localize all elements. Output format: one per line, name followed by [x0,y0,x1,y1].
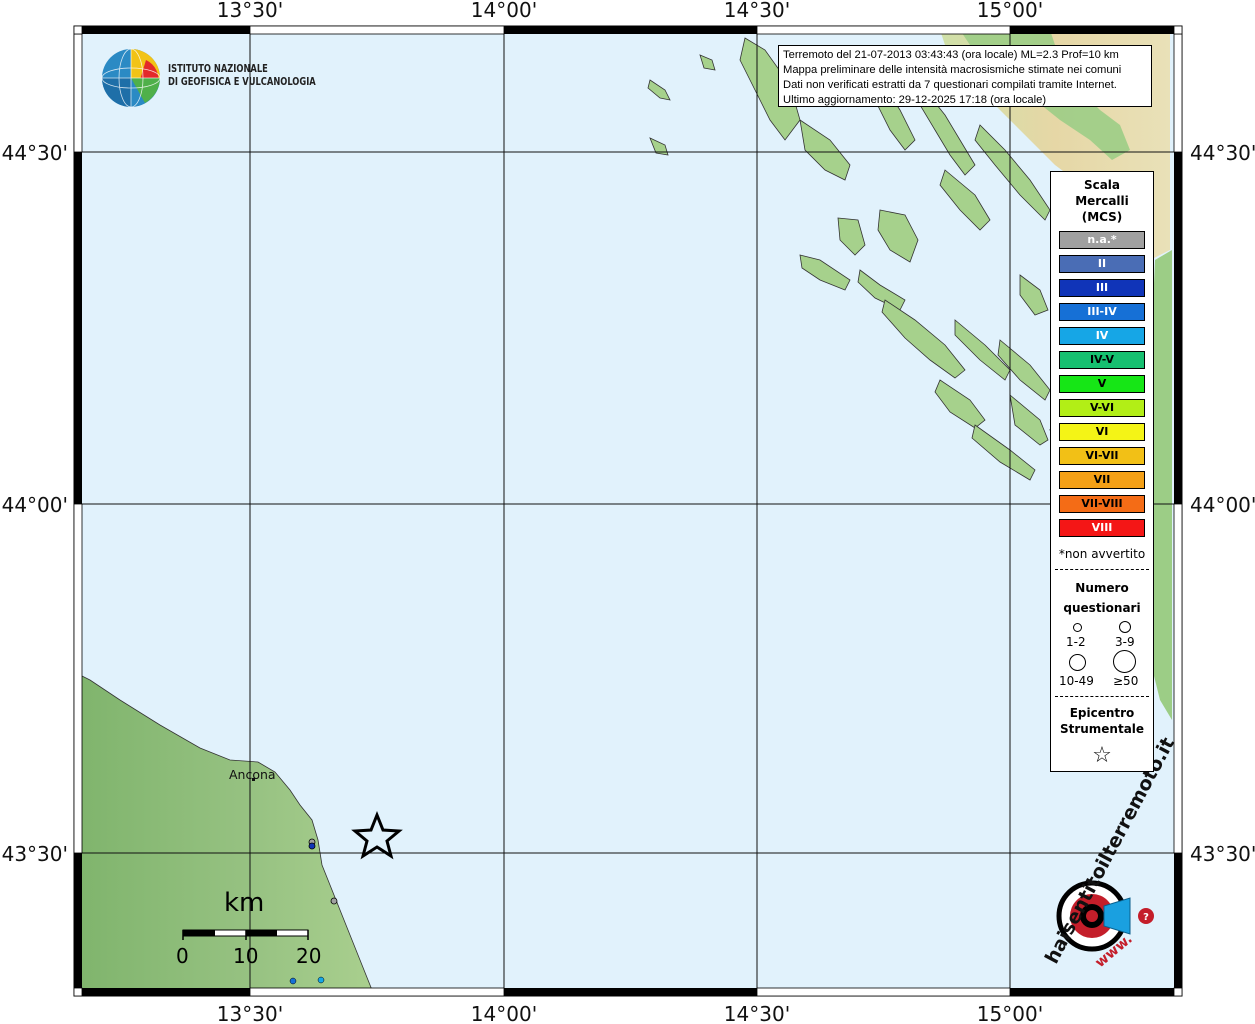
scalebar-tick-10: 10 [233,944,259,968]
lat-label-left-1: 44°30' [2,141,68,165]
legend-panel: Scala Mercalli (MCS) n.a.* II III III-IV IV I… [1050,171,1154,772]
svg-text:?: ? [1143,912,1149,923]
mcs-scale-item: II [1059,255,1145,273]
lon-label-top-4: 15°00' [977,0,1043,22]
legend-epicentro-line1: Epicentro [1069,706,1135,720]
mcs-scale-item: VI [1059,423,1145,441]
legend-numero-title: Numero questionari [1051,578,1153,618]
legend-epicentro-line2: Strumentale [1059,722,1145,736]
mcs-scale-item: VIII [1059,519,1145,537]
lon-label-bottom-2: 14°00' [471,1002,537,1024]
intensity-point [289,977,297,985]
event-info-line1: Terremoto del 21-07-2013 03:43:43 (ora l… [783,49,1119,61]
lon-label-top-1: 13°30' [217,0,283,22]
event-info-line3: Dati non verificati estratti da 7 questi… [783,79,1117,91]
lat-label-right-1: 44°30' [1190,141,1255,165]
legend-note: *non avvertito [1058,547,1146,561]
ingv-logo-line2: DI GEOFISICA E VULCANOLOGIA [168,76,316,88]
lon-label-top-3: 14°30' [724,0,790,22]
lon-label-bottom-3: 14°30' [724,1002,790,1024]
intensity-point [308,842,316,850]
lat-label-right-2: 44°00' [1190,493,1255,517]
mcs-scale-item: III-IV [1059,303,1145,321]
legend-star-icon: ☆ [1092,743,1112,768]
legend-divider-2 [1055,696,1149,697]
city-label-ancona: Ancona [229,767,276,782]
mcs-scale-item: n.a.* [1059,231,1145,249]
size-circle-1-2 [1073,623,1082,632]
lat-label-left-3: 43°30' [2,842,68,866]
questionnaire-size-key: 1-2 3-9 10-49 ≥50 [1051,618,1153,688]
legend-divider [1055,569,1149,570]
mcs-scale-item: VI-VII [1059,447,1145,465]
mcs-scale-item: V [1059,375,1145,393]
scalebar-tick-0: 0 [176,944,189,968]
lon-label-bottom-1: 13°30' [217,1002,283,1024]
ingv-logo-line1: ISTITUTO NAZIONALE [168,63,268,75]
legend-title-line1: Scala [1083,178,1121,192]
mcs-scale-item: IV-V [1059,351,1145,369]
legend-title-line2: Mercalli [1075,194,1129,208]
scalebar-tick-20: 20 [296,944,322,968]
ingv-globe-icon [101,48,161,108]
lon-label-top-2: 14°00' [471,0,537,22]
mcs-scale-item: VII [1059,471,1145,489]
legend-epicentro-title: Epicentro Strumentale [1051,705,1153,737]
lon-label-bottom-4: 15°00' [977,1002,1043,1024]
intensity-point [330,897,338,905]
ingv-logo-text: ISTITUTO NAZIONALE DI GEOFISICA E VULCAN… [168,63,316,89]
event-info-box: Terremoto del 21-07-2013 03:43:43 (ora l… [778,45,1152,107]
mcs-scale-item: VII-VIII [1059,495,1145,513]
mcs-scale-item: III [1059,279,1145,297]
size-label-3-9: 3-9 [1115,635,1135,649]
event-info-line2: Mappa preliminare delle intensità macros… [783,64,1122,76]
size-label-1-2: 1-2 [1066,635,1086,649]
size-label-50: ≥50 [1113,674,1139,688]
legend-title-line3: (MCS) [1081,210,1123,224]
event-info-line4: Ultimo aggiornamento: 29-12-2025 17:18 (… [783,94,1047,106]
mcs-scale-list: n.a.* II III III-IV IV IV-V V V-VI VI VI-VII VII VI… [1051,231,1153,537]
scalebar-unit: km [224,888,265,918]
legend-numero-line1: Numero [1075,581,1129,595]
mcs-scale-item: IV [1059,327,1145,345]
size-circle-3-9 [1119,621,1131,633]
legend-numero-line2: questionari [1063,601,1141,615]
size-circle-10-49 [1069,654,1086,671]
mcs-scale-item: V-VI [1059,399,1145,417]
intensity-point [317,976,325,984]
legend-title: Scala Mercalli (MCS) [1051,177,1153,225]
lat-label-left-2: 44°00' [2,493,68,517]
lat-label-right-3: 43°30' [1190,842,1255,866]
size-label-10-49: 10-49 [1059,674,1094,688]
size-circle-50 [1113,650,1136,673]
